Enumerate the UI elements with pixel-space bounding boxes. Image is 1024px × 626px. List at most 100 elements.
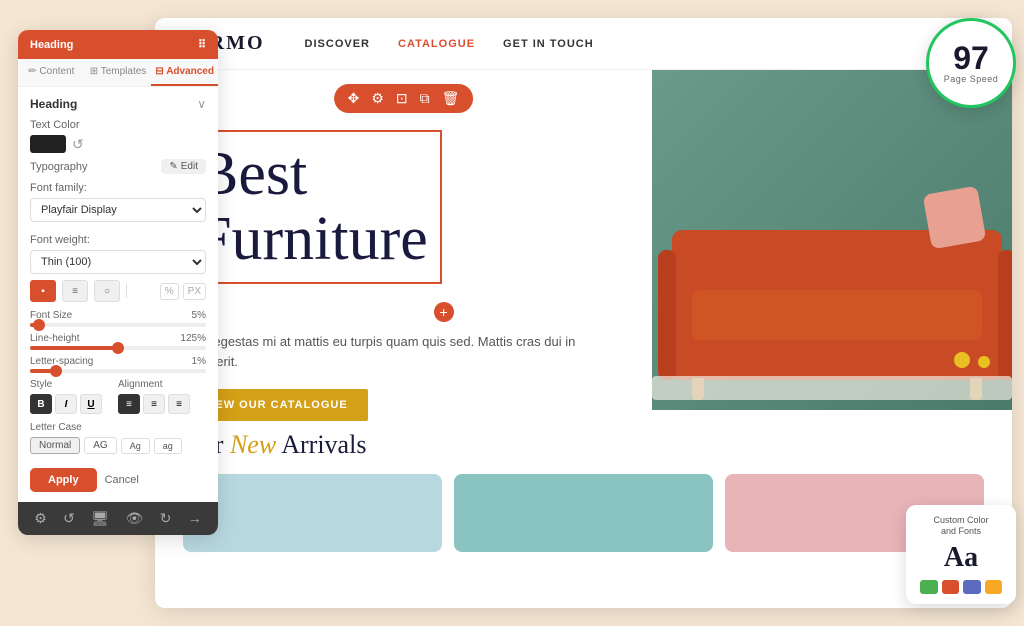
alignment-section: Alignment ≡ ≡ ≡ xyxy=(118,379,206,414)
color-dot-red[interactable] xyxy=(942,580,960,594)
sofa-armrest-right xyxy=(998,250,1012,380)
letter-spacing-track[interactable] xyxy=(30,369,206,373)
pencil-icon: ✏ xyxy=(28,66,36,77)
nav-link-get-in-touch[interactable]: GET IN TOUCH xyxy=(503,38,594,50)
tab-advanced[interactable]: ⊟ Advanced xyxy=(151,59,218,86)
arrivals-title: Our New Arrivals xyxy=(183,430,984,460)
desktop-footer-icon[interactable]: 🖥 xyxy=(91,510,109,527)
hero-left: ✥ ⚙ ⊡ ⧉ 🗑 Best Furniture + Eget egestas … xyxy=(155,70,652,410)
style-label: Style xyxy=(30,379,118,390)
nav-link-catalogue[interactable]: CATALOGUE xyxy=(398,38,475,50)
settings-footer-icon[interactable]: ⚙ xyxy=(34,510,47,527)
action-row: Apply Cancel xyxy=(30,464,206,492)
floor-rug xyxy=(652,376,1012,400)
sofa-pillow xyxy=(923,186,987,250)
letter-case-uppercase[interactable]: AG xyxy=(84,437,116,454)
typography-row: Typography Edit xyxy=(30,159,206,174)
letter-spacing-label: Letter-spacing xyxy=(30,356,93,367)
tab-content[interactable]: ✏ Content xyxy=(18,59,85,86)
color-swatch-row: ↺ xyxy=(30,135,206,153)
align-right-btn[interactable]: ≡ xyxy=(168,394,190,414)
line-height-track[interactable] xyxy=(30,346,206,350)
font-family-label: Font family: xyxy=(30,182,206,194)
eye-footer-icon[interactable]: 👁 xyxy=(125,510,143,527)
typography-label: Typography xyxy=(30,161,87,173)
move-toolbar-icon[interactable]: ✥ xyxy=(348,90,360,107)
text-color-label: Text Color xyxy=(30,119,206,131)
circle-icon-btn[interactable]: ○ xyxy=(94,280,120,302)
font-family-select[interactable]: Playfair Display xyxy=(30,198,206,222)
nav-link-discover[interactable]: DISCOVER xyxy=(305,38,370,50)
underline-btn[interactable]: U xyxy=(80,394,102,414)
inline-icon-btn[interactable]: ≡ xyxy=(62,280,88,302)
speed-badge: 97 Page Speed xyxy=(926,18,1016,108)
font-size-slider-row: Font Size 5% xyxy=(30,310,206,327)
nav-links: DISCOVER CATALOGUE GET IN TOUCH xyxy=(305,38,932,50)
letter-case-row: Letter Case Normal AG Ag ag xyxy=(30,422,206,454)
line-height-label: Line-height xyxy=(30,333,79,344)
redo-footer-icon[interactable]: ↻ xyxy=(160,510,172,527)
letter-spacing-value: 1% xyxy=(192,356,206,367)
tab-templates[interactable]: ⊞ Templates xyxy=(85,59,152,86)
duplicate-toolbar-icon[interactable]: ⧉ xyxy=(420,90,430,107)
speed-circle: 97 Page Speed xyxy=(926,18,1016,108)
refresh-icon[interactable]: ↺ xyxy=(72,136,84,153)
panel-title: Heading xyxy=(30,39,73,51)
speed-number: 97 xyxy=(953,42,989,74)
block-icon-btn[interactable]: ▪ xyxy=(30,280,56,302)
align-center-btn[interactable]: ≡ xyxy=(143,394,165,414)
arrival-card-1 xyxy=(183,474,442,552)
sofa-cushion xyxy=(692,290,982,340)
color-dot-green[interactable] xyxy=(920,580,938,594)
settings-toolbar-icon[interactable]: ⚙ xyxy=(371,90,384,107)
hero-subtext: Eget egestas mi at mattis eu turpis quam… xyxy=(183,332,583,371)
delete-toolbar-icon[interactable]: 🗑 xyxy=(442,90,460,107)
letter-case-normal[interactable]: Normal xyxy=(30,437,80,454)
panel-body: Heading ∨ Text Color ↺ Typography Edit F… xyxy=(18,87,218,502)
text-color-swatch[interactable] xyxy=(30,135,66,153)
decorative-balls xyxy=(952,350,992,375)
bold-btn[interactable]: B xyxy=(30,394,52,414)
px-label[interactable]: PX xyxy=(183,283,206,300)
heading-section-label: Heading xyxy=(30,97,77,111)
color-dot-yellow[interactable] xyxy=(985,580,1003,594)
letter-case-capitalize[interactable]: Ag xyxy=(121,438,150,454)
icon-row: ▪ ≡ ○ % PX xyxy=(30,280,206,302)
forward-footer-icon[interactable]: → xyxy=(188,510,202,527)
undo-footer-icon[interactable]: ↺ xyxy=(63,510,75,527)
hero-image-area xyxy=(652,70,1012,410)
font-size-track[interactable] xyxy=(30,323,206,327)
arrivals-cards xyxy=(183,474,984,552)
apply-button[interactable]: Apply xyxy=(30,468,97,492)
custom-color-aa: Aa xyxy=(920,542,1002,574)
color-dot-blue[interactable] xyxy=(963,580,981,594)
percent-label[interactable]: % xyxy=(160,283,179,300)
templates-icon: ⊞ xyxy=(90,66,98,77)
cancel-button[interactable]: Cancel xyxy=(105,468,139,492)
sofa-visual xyxy=(652,70,1012,410)
line-height-value: 125% xyxy=(180,333,206,344)
speed-label: Page Speed xyxy=(944,74,999,84)
panel-footer: ⚙ ↺ 🖥 👁 ↻ → xyxy=(18,502,218,535)
arrival-card-2 xyxy=(454,474,713,552)
style-section: Style B I U xyxy=(30,379,118,414)
font-weight-select[interactable]: Thin (100) xyxy=(30,250,206,274)
unit-selector: % PX xyxy=(160,283,206,300)
alignment-label: Alignment xyxy=(118,379,206,390)
letter-case-lowercase[interactable]: ag xyxy=(154,438,182,454)
panel-tabs: ✏ Content ⊞ Templates ⊟ Advanced xyxy=(18,59,218,87)
typography-edit-button[interactable]: Edit xyxy=(161,159,206,174)
element-toolbar: ✥ ⚙ ⊡ ⧉ 🗑 xyxy=(334,84,474,113)
copy-toolbar-icon[interactable]: ⊡ xyxy=(396,90,408,107)
chevron-down-icon[interactable]: ∨ xyxy=(197,97,206,111)
align-left-btn[interactable]: ≡ xyxy=(118,394,140,414)
arrivals-section: Our New Arrivals xyxy=(155,410,1012,562)
add-block-icon[interactable]: + xyxy=(434,302,454,322)
nav-bar: FURMO DISCOVER CATALOGUE GET IN TOUCH 🔍 … xyxy=(155,18,1012,70)
font-size-value: 5% xyxy=(192,310,206,321)
letter-spacing-slider-row: Letter-spacing 1% xyxy=(30,356,206,373)
italic-btn[interactable]: I xyxy=(55,394,77,414)
hero-section: ✥ ⚙ ⊡ ⧉ 🗑 Best Furniture + Eget egestas … xyxy=(155,70,1012,410)
custom-color-badge: Custom Colorand Fonts Aa xyxy=(906,505,1016,604)
advanced-icon: ⊟ xyxy=(155,66,163,77)
